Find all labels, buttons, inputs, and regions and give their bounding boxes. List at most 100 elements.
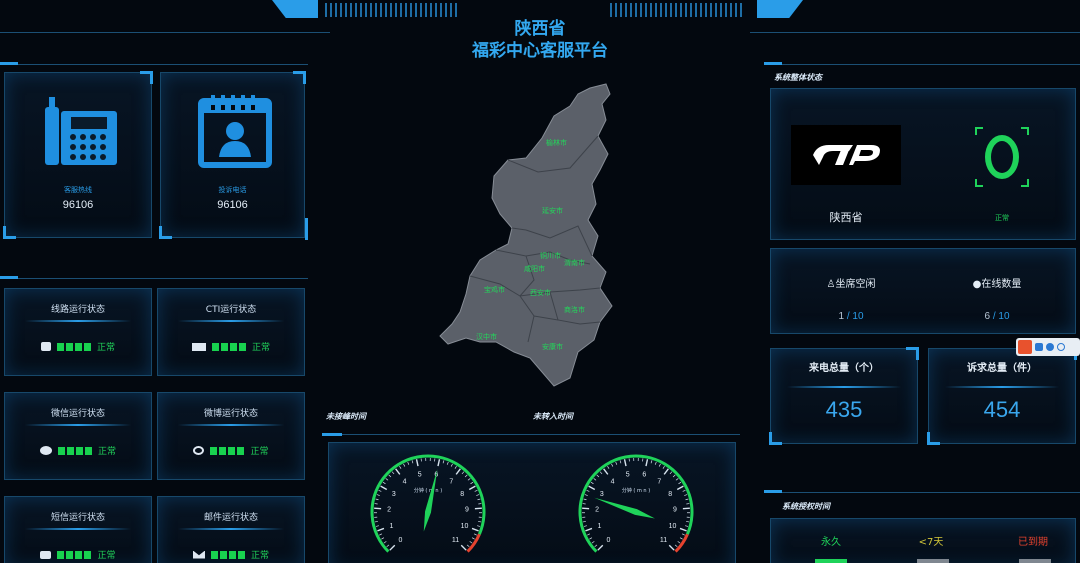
divider — [178, 320, 284, 322]
gauge-left-tick — [381, 537, 385, 540]
gauge-left-tick — [375, 498, 379, 501]
calls-label: 来电总量（个） — [809, 363, 879, 374]
status-row: 正常 — [158, 444, 304, 457]
desk-phone-icon — [45, 97, 117, 165]
gauge-left-tick-label: 1 — [390, 523, 394, 530]
gauge-left-tick-label: 10 — [461, 523, 469, 530]
license-accent — [764, 490, 782, 493]
header-right-accent — [757, 0, 803, 18]
city-label[interactable]: 渭南市 — [564, 258, 585, 268]
divider — [25, 424, 131, 426]
sogou-s-icon[interactable] — [1018, 340, 1032, 354]
page-title: 陕西省 福彩中心客服平台 — [440, 18, 640, 62]
gauge-left-tick — [464, 474, 468, 478]
divider — [787, 386, 901, 388]
complaints-panel: 诉求总量（件） 454 — [927, 347, 1077, 445]
lottery-logo-icon — [791, 125, 901, 185]
header-right-stripes — [610, 3, 745, 17]
gauge-left-tick — [455, 468, 461, 475]
city-label[interactable]: 宝鸡市 — [484, 285, 505, 295]
gauge-right-arc-normal — [578, 454, 694, 553]
gauge-right-tick-label: 9 — [673, 507, 677, 514]
city-label[interactable]: 延安市 — [542, 206, 563, 216]
gauge-left-tick — [454, 465, 457, 469]
gauge-accent — [322, 433, 342, 436]
gauge-left-tick-label: 9 — [465, 507, 469, 514]
status-title: 邮件运行状态 — [203, 513, 258, 523]
mail-icon — [192, 550, 205, 559]
status-card-line: 线路运行状态 正常 — [4, 288, 152, 376]
gauge-right-tick — [584, 494, 588, 496]
gauge-left-tick — [460, 544, 467, 551]
status-title: 线路运行状态 — [50, 305, 105, 315]
city-label[interactable]: 汉中市 — [476, 332, 497, 342]
header-left-stripes — [325, 3, 460, 17]
gauge-right-tick — [682, 489, 686, 492]
gauge-right-tick — [596, 474, 600, 478]
gauge-left-tick — [383, 541, 387, 544]
gauge-left-tick — [461, 471, 465, 475]
city-label[interactable]: 铜川市 — [540, 251, 561, 261]
gauge-left-tick — [375, 525, 379, 527]
license-label: 系统授权时间 — [782, 502, 830, 511]
status-text: 正常 — [97, 551, 116, 561]
gauge-right-tick — [668, 544, 675, 551]
complaints-value: 454 — [983, 397, 1021, 422]
gauge-left-tick-label: 7 — [449, 478, 453, 485]
hotline-card: 客服热线 96106 — [3, 71, 153, 239]
gauge-left-tick — [473, 533, 477, 536]
status-card-cti: CTI运行状态 正常 — [157, 288, 305, 376]
complaint-value: 96106 — [217, 199, 248, 211]
weibo-icon — [193, 446, 205, 455]
gauge-right-needle — [594, 497, 655, 519]
province-map[interactable]: 榆林市 延安市 铜川市 渭南市 咸阳市 宝鸡市 西安市 商洛市 汉中市 安康市 — [430, 80, 640, 390]
city-label[interactable]: 咸阳市 — [524, 264, 545, 274]
sms-icon — [40, 550, 52, 559]
gauge-left: 01234567891011分钟 ( m n ) — [370, 454, 486, 553]
status-card-weibo: 微博运行状态 正常 — [157, 392, 305, 480]
gauge-right-tick — [658, 463, 661, 467]
status-bars — [56, 342, 91, 351]
right-top-accent — [764, 62, 782, 65]
gauge-right-tick — [623, 459, 627, 467]
status-bars — [211, 342, 246, 351]
ime-toolbar[interactable] — [1016, 338, 1080, 356]
gauge-right-tick-label: 5 — [626, 471, 630, 478]
complaint-card: 投诉电话 96106 — [159, 71, 306, 239]
shaanxi-map-shape — [439, 83, 613, 387]
complaints-label: 诉求总量（件） — [967, 363, 1037, 374]
toolbar-icon[interactable] — [1046, 343, 1054, 351]
status-row: 正常 — [158, 340, 304, 353]
gauge-left-tick — [382, 481, 386, 485]
gauge-right-tick — [603, 468, 609, 475]
seat-panel: ♙坐席空闲 1 / 10 ●在线数量 6 / 10 — [770, 248, 1076, 334]
toolbar-icon[interactable] — [1035, 343, 1043, 351]
gauge-right-caption: 分钟 ( m n ) — [622, 487, 650, 494]
gauge-right-tick — [645, 459, 649, 467]
city-label[interactable]: 榆林市 — [546, 138, 567, 148]
status-card-sms: 短信运行状态 正常 — [4, 496, 152, 563]
city-label[interactable]: 商洛市 — [564, 305, 585, 315]
gauge-right-tick-label: 1 — [598, 523, 602, 530]
normal-label: 正常 — [995, 214, 1009, 222]
gauge-left-arc-alert — [466, 533, 481, 553]
hotline-label: 客服热线 — [64, 186, 92, 194]
gauge-left-tick — [386, 544, 390, 548]
divider — [25, 320, 131, 322]
city-label[interactable]: 安康市 — [542, 342, 563, 352]
toolbar-icon[interactable] — [1057, 343, 1065, 351]
gauge-right-tick — [589, 537, 593, 540]
gauge-left-tick-label: 0 — [398, 537, 402, 544]
gauge-right-tick — [686, 521, 690, 523]
gauge-left-tick-label: 8 — [460, 491, 464, 498]
license-forever: 永久 — [821, 537, 841, 548]
cti-icon — [191, 342, 206, 351]
gauge-right-tick — [583, 525, 587, 527]
online-total: 10 — [998, 311, 1010, 322]
gauge-right-tick — [684, 494, 688, 496]
gauge-left-tick — [469, 541, 473, 544]
gauge-right-tick-label: 3 — [600, 491, 604, 498]
gauge-left-tick — [403, 463, 406, 467]
calls-value: 435 — [825, 397, 863, 422]
city-label[interactable]: 西安市 — [530, 288, 551, 298]
